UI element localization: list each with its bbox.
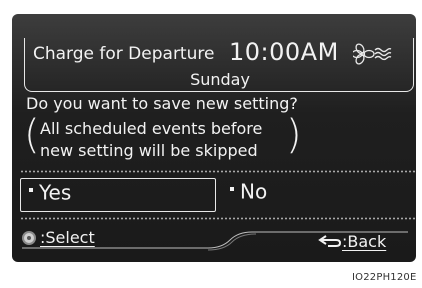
bullet-icon xyxy=(29,188,33,192)
dialog-question: Do you want to save new setting? xyxy=(26,94,298,113)
no-label: No xyxy=(240,179,268,204)
back-button[interactable]: :Back xyxy=(318,232,386,251)
back-label: :Back xyxy=(342,232,387,251)
bullet-icon xyxy=(230,187,234,191)
knob-icon xyxy=(22,231,36,245)
select-hint: :Select xyxy=(22,228,95,247)
no-button[interactable]: No xyxy=(222,178,412,212)
back-arrow-icon xyxy=(318,235,342,247)
departure-day: Sunday xyxy=(190,70,250,89)
note-line-2: new setting will be skipped xyxy=(40,141,258,160)
note-line-1: All scheduled events before xyxy=(40,119,263,138)
header-row: Charge for Departure 10:00AM xyxy=(33,38,413,68)
yes-button[interactable]: Yes xyxy=(20,178,216,212)
figure-code: IO22PH120E xyxy=(352,272,417,283)
right-paren: ) xyxy=(286,112,302,158)
footer-bar: :Select :Back xyxy=(12,226,416,262)
header-panel: Charge for Departure 10:00AM Sunday xyxy=(24,38,414,92)
departure-time: 10:00AM xyxy=(229,38,339,66)
left-paren: ( xyxy=(24,112,40,158)
yes-label: Yes xyxy=(39,180,72,205)
select-label: :Select xyxy=(40,228,95,247)
header-title: Charge for Departure xyxy=(33,44,215,64)
divider-dots-top xyxy=(20,170,416,173)
dialog-note: ( All scheduled events before new settin… xyxy=(24,112,304,163)
fan-icon xyxy=(353,43,392,65)
display-screen: Charge for Departure 10:00AM Sunday Do y… xyxy=(12,14,416,262)
divider-dots-bottom xyxy=(20,217,416,220)
